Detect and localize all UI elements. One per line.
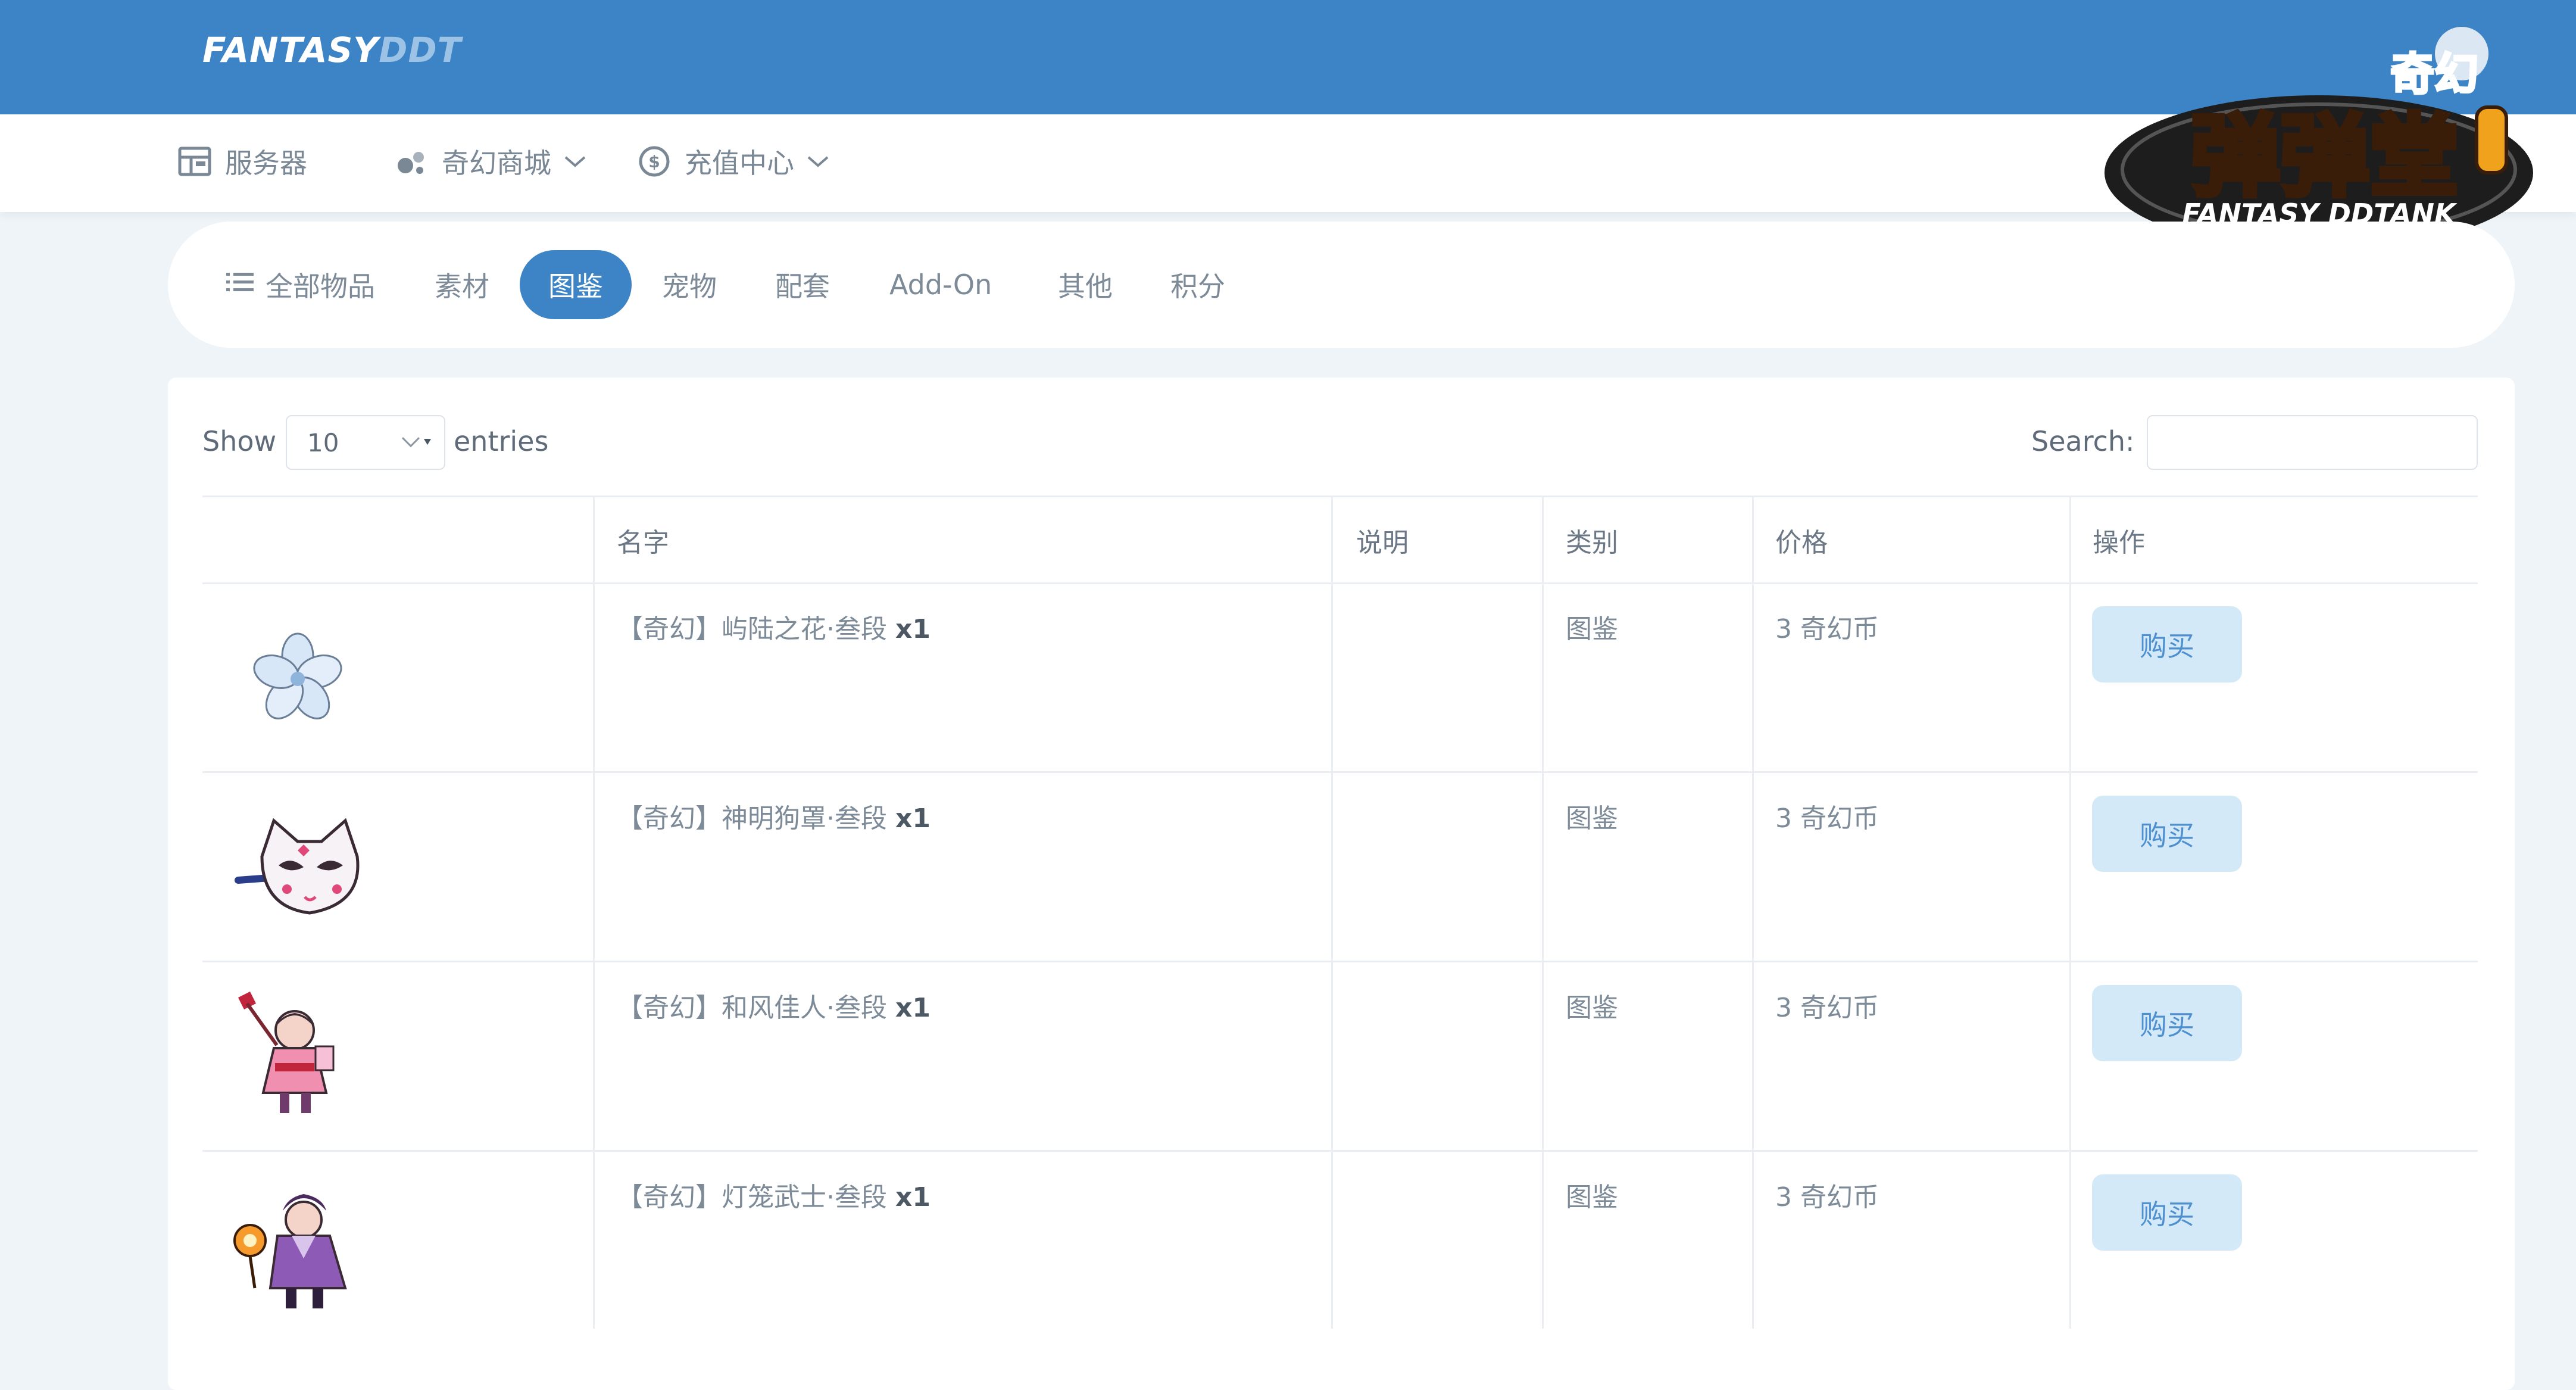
column-header-category[interactable]: 类别: [1566, 521, 1618, 559]
column-header-price[interactable]: 价格: [1775, 521, 1828, 559]
entries-select[interactable]: 10: [286, 415, 445, 470]
item-qty: x1: [895, 993, 931, 1023]
table-col-border: [1542, 495, 1544, 1329]
nav-item-shop[interactable]: 奇幻商城: [394, 136, 587, 187]
table-row-border: [202, 961, 2478, 962]
chevron-down-icon: [400, 431, 433, 457]
item-price: 3 奇幻币: [1775, 614, 1879, 644]
bubbles-icon: [394, 144, 429, 179]
table-top-border: [202, 495, 2478, 497]
table-header-border: [202, 582, 2478, 584]
tab-all-items[interactable]: 全部物品: [226, 250, 375, 319]
tab-materials[interactable]: 素材: [435, 250, 489, 319]
item-category: 图鉴: [1566, 614, 1618, 644]
chevron-down-icon: [563, 149, 587, 173]
item-name-cell: 【奇幻】屿陆之花·叁段 x1: [617, 607, 931, 646]
logo-top-text: 奇幻: [2390, 49, 2478, 100]
column-header-action[interactable]: 操作: [2093, 521, 2145, 559]
buy-button[interactable]: 购买: [2092, 1174, 2242, 1251]
item-name: 【奇幻】和风佳人·叁段: [617, 993, 887, 1023]
svg-text:$: $: [648, 152, 660, 172]
buy-button[interactable]: 购买: [2092, 796, 2242, 872]
lantern-warrior-icon: [220, 1169, 375, 1324]
flower-icon: [220, 601, 375, 756]
nav-item-recharge[interactable]: $ 充值中心: [637, 136, 830, 187]
tab-other[interactable]: 其他: [1058, 250, 1113, 319]
nav-item-label: 充值中心: [685, 147, 794, 179]
brand-part-1: FANTASY: [202, 30, 379, 70]
kimono-girl-icon: [220, 980, 375, 1135]
search-label: Search:: [2031, 425, 2135, 457]
nav-item-server[interactable]: 服务器: [177, 136, 307, 187]
tab-pets[interactable]: 宠物: [662, 250, 717, 319]
chevron-down-icon: [806, 149, 830, 173]
table-col-border: [1752, 495, 1754, 1329]
logo-main-text: 弹弹堂: [2191, 105, 2459, 209]
item-name: 【奇幻】神明狗罩·叁段: [617, 803, 887, 834]
nav-item-label: 奇幻商城: [442, 147, 551, 179]
item-qty: x1: [895, 1182, 931, 1213]
column-header-name[interactable]: 名字: [617, 521, 669, 559]
buy-button[interactable]: 购买: [2092, 606, 2242, 682]
tab-points[interactable]: 积分: [1170, 250, 1225, 319]
tab-collection[interactable]: 图鉴: [520, 250, 632, 319]
nav-item-label: 服务器: [225, 147, 307, 179]
buy-button[interactable]: 购买: [2092, 985, 2242, 1061]
table-col-border: [593, 495, 595, 1329]
table-col-border: [2069, 495, 2071, 1329]
table-row-border: [202, 1150, 2478, 1152]
item-price: 3 奇幻币: [1775, 803, 1879, 834]
item-name-cell: 【奇幻】灯笼武士·叁段 x1: [617, 1176, 931, 1214]
item-price: 3 奇幻币: [1775, 1182, 1879, 1213]
item-price: 3 奇幻币: [1775, 993, 1879, 1023]
tab-sets[interactable]: 配套: [775, 250, 830, 319]
item-qty: x1: [895, 614, 931, 644]
table-col-border: [1331, 495, 1333, 1329]
entries-value: 10: [307, 428, 339, 457]
entries-label: entries: [454, 425, 549, 457]
table-row-border: [202, 771, 2478, 773]
fox-mask-icon: [220, 791, 375, 946]
brand-part-2: DDT: [379, 30, 462, 70]
coin-icon: $: [637, 144, 672, 179]
search-input[interactable]: [2147, 415, 2478, 470]
list-icon: [226, 269, 255, 301]
item-qty: x1: [895, 803, 931, 834]
item-name: 【奇幻】屿陆之花·叁段: [617, 614, 887, 644]
item-name: 【奇幻】灯笼武士·叁段: [617, 1182, 887, 1213]
tab-label: 全部物品: [266, 270, 375, 303]
tab-add-on[interactable]: Add-On: [889, 250, 992, 319]
layout-icon: [177, 144, 212, 179]
item-category: 图鉴: [1566, 993, 1618, 1023]
brand-logo-text[interactable]: FANTASYDDT: [202, 30, 461, 70]
item-name-cell: 【奇幻】和风佳人·叁段 x1: [617, 986, 931, 1024]
item-category: 图鉴: [1566, 803, 1618, 834]
item-category: 图鉴: [1566, 1182, 1618, 1213]
show-label: Show: [202, 425, 277, 457]
column-header-description[interactable]: 说明: [1356, 521, 1409, 559]
item-name-cell: 【奇幻】神明狗罩·叁段 x1: [617, 797, 931, 835]
